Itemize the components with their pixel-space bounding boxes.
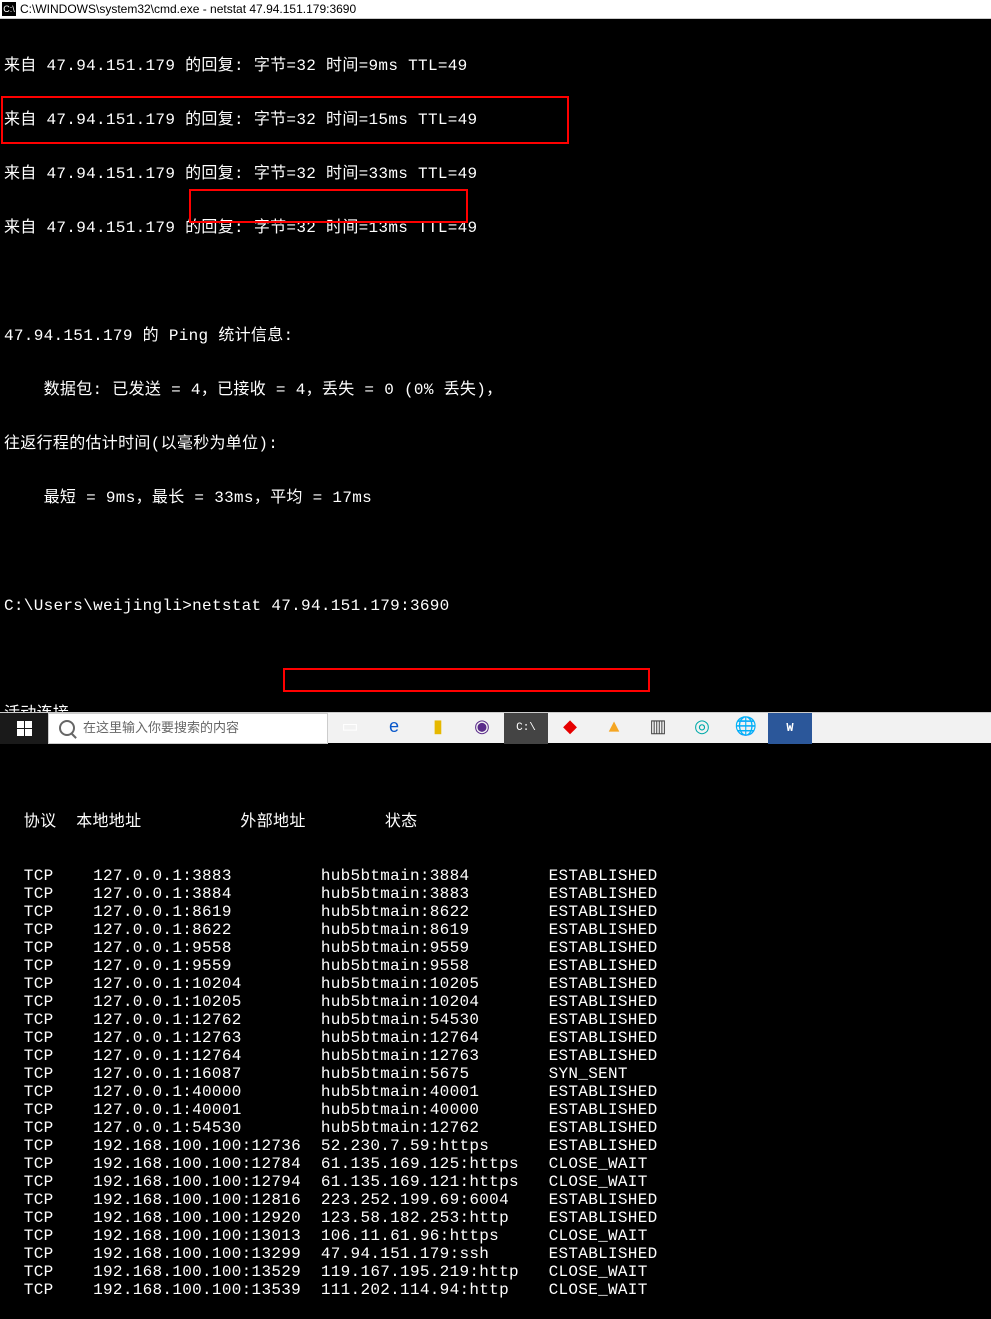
start-button[interactable]	[0, 713, 48, 744]
netstat-row: TCP 127.0.0.1:8619 hub5btmain:8622 ESTAB…	[4, 903, 987, 921]
prompt-path: C:\Users\weijingli>	[4, 597, 192, 615]
cmd-taskbar-icon[interactable]: C:\	[504, 713, 548, 744]
app-icon[interactable]: ▥	[636, 713, 680, 744]
netstat-row: TCP 192.168.100.100:13013 106.11.61.96:h…	[4, 1227, 987, 1245]
netstat-row: TCP 192.168.100.100:12920 123.58.182.253…	[4, 1209, 987, 1227]
windows-taskbar[interactable]: 在这里输入你要搜索的内容 ▭ e ▮ ◉ C:\ ◆ ▲ ▥ ◎ 🌐 W	[0, 712, 991, 743]
task-view-icon[interactable]: ▭	[328, 713, 372, 744]
ping-stats-rtt: 最短 = 9ms，最长 = 33ms，平均 = 17ms	[4, 489, 987, 507]
app-icon[interactable]: ◎	[680, 713, 724, 744]
blank-line	[4, 273, 987, 291]
explorer-icon[interactable]: ▮	[416, 713, 460, 744]
window-title: C:\WINDOWS\system32\cmd.exe - netstat 47…	[20, 0, 356, 18]
netstat-row: TCP 127.0.0.1:40001 hub5btmain:40000 EST…	[4, 1101, 987, 1119]
ping-reply: 来自 47.94.151.179 的回复: 字节=32 时间=9ms TTL=4…	[4, 57, 987, 75]
netstat-row: TCP 127.0.0.1:12763 hub5btmain:12764 EST…	[4, 1029, 987, 1047]
netstat-row: TCP 192.168.100.100:13529 119.167.195.21…	[4, 1263, 987, 1281]
netstat-row: TCP 192.168.100.100:12736 52.230.7.59:ht…	[4, 1137, 987, 1155]
ping-stats-header: 47.94.151.179 的 Ping 统计信息:	[4, 327, 987, 345]
blank-line	[4, 543, 987, 561]
app-icon[interactable]: ◆	[548, 713, 592, 744]
navicat-icon[interactable]: ▲	[592, 713, 636, 744]
taskbar-search[interactable]: 在这里输入你要搜索的内容	[48, 713, 328, 744]
blank-line	[4, 759, 987, 777]
netstat-row: TCP 127.0.0.1:12762 hub5btmain:54530 EST…	[4, 1011, 987, 1029]
netstat-headers: 协议 本地地址 外部地址 状态	[4, 813, 987, 831]
console-output[interactable]: 来自 47.94.151.179 的回复: 字节=32 时间=9ms TTL=4…	[0, 19, 991, 1319]
ping-reply: 来自 47.94.151.179 的回复: 字节=32 时间=13ms TTL=…	[4, 219, 987, 237]
netstat-row: TCP 127.0.0.1:40000 hub5btmain:40001 EST…	[4, 1083, 987, 1101]
netstat-row: TCP 192.168.100.100:13539 111.202.114.94…	[4, 1281, 987, 1299]
chrome-icon[interactable]: 🌐	[724, 713, 768, 744]
taskbar-apps: ▭ e ▮ ◉ C:\ ◆ ▲ ▥ ◎ 🌐 W	[328, 713, 812, 744]
netstat-rows: TCP 127.0.0.1:3883 hub5btmain:3884 ESTAB…	[4, 867, 987, 1299]
ping-reply: 来自 47.94.151.179 的回复: 字节=32 时间=33ms TTL=…	[4, 165, 987, 183]
window-titlebar: C:\ C:\WINDOWS\system32\cmd.exe - netsta…	[0, 0, 991, 19]
prompt-line[interactable]: C:\Users\weijingli>netstat 47.94.151.179…	[4, 597, 987, 615]
netstat-row: TCP 127.0.0.1:54530 hub5btmain:12762 EST…	[4, 1119, 987, 1137]
netstat-row: TCP 192.168.100.100:12784 61.135.169.125…	[4, 1155, 987, 1173]
word-icon[interactable]: W	[768, 713, 812, 744]
netstat-row: TCP 127.0.0.1:12764 hub5btmain:12763 EST…	[4, 1047, 987, 1065]
ping-stats-packets: 数据包: 已发送 = 4，已接收 = 4，丢失 = 0 (0% 丢失)，	[4, 381, 987, 399]
search-icon	[59, 720, 75, 736]
ping-reply: 来自 47.94.151.179 的回复: 字节=32 时间=15ms TTL=…	[4, 111, 987, 129]
netstat-row: TCP 192.168.100.100:12816 223.252.199.69…	[4, 1191, 987, 1209]
search-placeholder: 在这里输入你要搜索的内容	[83, 719, 239, 737]
netstat-row: TCP 127.0.0.1:10205 hub5btmain:10204 EST…	[4, 993, 987, 1011]
ping-stats-rtt-header: 往返行程的估计时间(以毫秒为单位):	[4, 435, 987, 453]
eclipse-icon[interactable]: ◉	[460, 713, 504, 744]
netstat-row: TCP 127.0.0.1:3883 hub5btmain:3884 ESTAB…	[4, 867, 987, 885]
netstat-row: TCP 127.0.0.1:3884 hub5btmain:3883 ESTAB…	[4, 885, 987, 903]
netstat-row: TCP 127.0.0.1:16087 hub5btmain:5675 SYN_…	[4, 1065, 987, 1083]
netstat-row: TCP 127.0.0.1:8622 hub5btmain:8619 ESTAB…	[4, 921, 987, 939]
prompt-command: netstat 47.94.151.179:3690	[192, 597, 449, 615]
netstat-row: TCP 127.0.0.1:9558 hub5btmain:9559 ESTAB…	[4, 939, 987, 957]
netstat-row: TCP 192.168.100.100:12794 61.135.169.121…	[4, 1173, 987, 1191]
netstat-row: TCP 127.0.0.1:9559 hub5btmain:9558 ESTAB…	[4, 957, 987, 975]
blank-line	[4, 651, 987, 669]
cmd-icon: C:\	[2, 2, 16, 16]
netstat-row: TCP 127.0.0.1:10204 hub5btmain:10205 EST…	[4, 975, 987, 993]
windows-logo-icon	[17, 721, 32, 736]
netstat-row: TCP 192.168.100.100:13299 47.94.151.179:…	[4, 1245, 987, 1263]
edge-icon[interactable]: e	[372, 713, 416, 744]
